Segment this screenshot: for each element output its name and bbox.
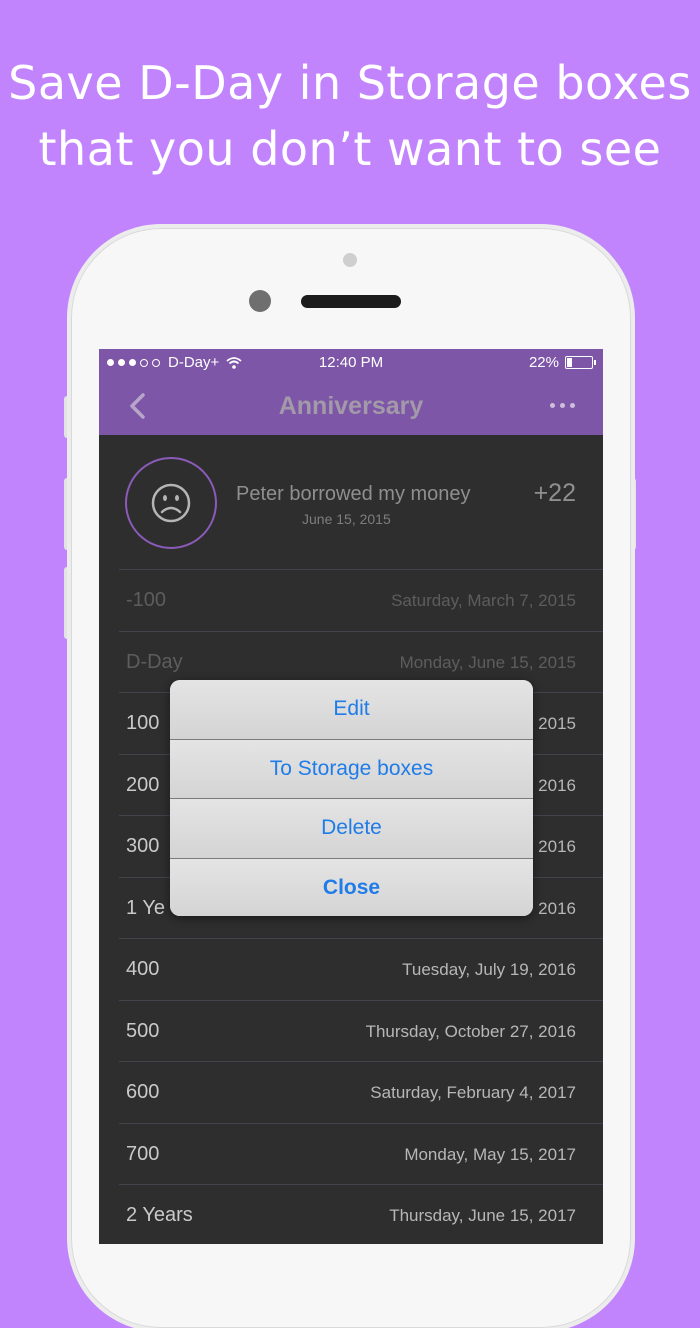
- milestone-date: Saturday, March 7, 2015: [391, 591, 576, 610]
- list-item[interactable]: 2 Years Thursday, June 15, 2017: [119, 1184, 603, 1244]
- milestone-label: 300: [126, 835, 160, 857]
- event-avatar: [125, 457, 217, 549]
- list-item[interactable]: -100 Saturday, March 7, 2015: [119, 569, 603, 631]
- sad-face-icon: [151, 483, 191, 523]
- event-date: June 15, 2015: [302, 511, 391, 527]
- day-count: +22: [533, 479, 576, 507]
- front-camera: [249, 290, 271, 312]
- app-screen: D-Day+ 12:40 PM 22% Anniversary Peter bo…: [99, 349, 603, 1244]
- milestone-date: Tuesday, July 19, 2016: [402, 960, 576, 979]
- navigation-bar: Anniversary: [99, 377, 603, 435]
- volume-down-button: [64, 567, 70, 639]
- milestone-label: 2 Years: [126, 1204, 193, 1226]
- milestone-label: 500: [126, 1019, 160, 1042]
- page-title: Anniversary: [278, 392, 424, 420]
- milestone-label: -100: [126, 589, 167, 611]
- milestone-date: 2016: [538, 775, 576, 795]
- promo-line-1: Save D-Day in Storage boxes: [8, 56, 692, 110]
- battery-percent: 22%: [528, 354, 559, 371]
- edit-button[interactable]: Edit: [170, 680, 533, 740]
- status-bar: D-Day+ 12:40 PM 22%: [99, 349, 603, 377]
- milestone-label: 1 Ye: [126, 896, 165, 919]
- list-item[interactable]: 400 Tuesday, July 19, 2016: [119, 938, 603, 1000]
- battery-area: 22%: [528, 354, 596, 371]
- milestone-label: 400: [126, 958, 160, 980]
- promo-line-2: that you don’t want to see: [38, 122, 662, 176]
- milestone-date: Thursday, June 15, 2017: [389, 1206, 576, 1225]
- milestone-date: Monday, May 15, 2017: [404, 1144, 576, 1164]
- promo-headline: Save D-Day in Storage boxes that you don…: [0, 50, 700, 182]
- to-storage-boxes-button[interactable]: To Storage boxes: [170, 739, 533, 799]
- milestone-date: Thursday, October 27, 2016: [365, 1021, 576, 1041]
- list-item[interactable]: 500 Thursday, October 27, 2016: [119, 999, 603, 1062]
- milestone-label: 600: [126, 1081, 160, 1103]
- delete-button[interactable]: Delete: [170, 799, 533, 859]
- list-item[interactable]: 700 Monday, May 15, 2017: [119, 1122, 603, 1185]
- earpiece-speaker: [301, 295, 401, 308]
- status-time: 12:40 PM: [318, 354, 384, 371]
- milestone-date: 2016: [538, 898, 576, 918]
- more-options-icon[interactable]: [550, 403, 575, 408]
- event-title: Peter borrowed my money: [236, 483, 471, 505]
- event-header: Peter borrowed my money June 15, 2015 +2…: [99, 435, 603, 569]
- action-sheet: Edit To Storage boxes Delete Close: [170, 680, 533, 916]
- milestone-label: 700: [126, 1142, 160, 1165]
- milestone-date: 2015: [538, 714, 576, 733]
- list-item[interactable]: 600 Saturday, February 4, 2017: [119, 1061, 603, 1123]
- milestone-date: Saturday, February 4, 2017: [370, 1083, 576, 1102]
- milestone-date: 2016: [538, 837, 576, 856]
- milestone-label: D-Day: [126, 650, 183, 673]
- mute-switch: [64, 396, 70, 438]
- milestone-label: 100: [126, 712, 160, 734]
- volume-up-button: [64, 478, 70, 550]
- close-button[interactable]: Close: [170, 858, 533, 916]
- milestone-label: 200: [126, 773, 160, 796]
- battery-icon: [565, 356, 596, 369]
- milestone-date: Monday, June 15, 2015: [399, 652, 576, 672]
- proximity-sensor: [343, 253, 357, 267]
